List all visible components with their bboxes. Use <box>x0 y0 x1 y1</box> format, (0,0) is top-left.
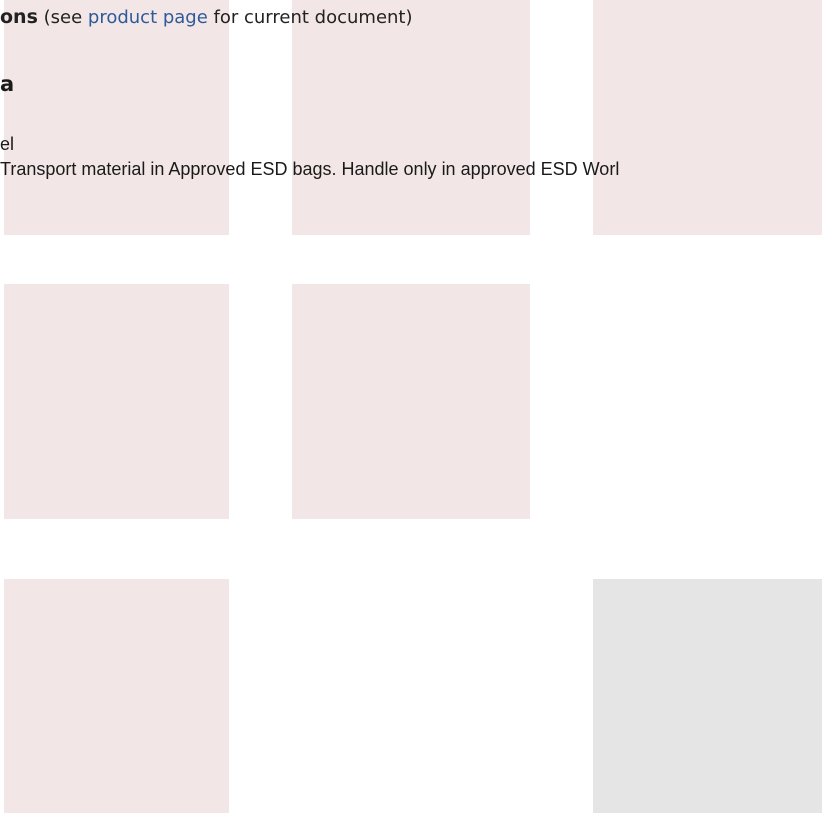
heading-suffix: for current document) <box>207 7 413 28</box>
heading-title-fragment: ons <box>0 6 38 28</box>
background-tile <box>593 0 822 235</box>
background-tile <box>292 284 530 519</box>
section-title: a <box>0 72 15 96</box>
background-tile <box>4 284 229 519</box>
background-tile <box>292 0 530 235</box>
background-tile <box>4 579 229 813</box>
product-page-link[interactable]: product page <box>88 7 208 28</box>
esd-field-value: Transport material in Approved ESD bags.… <box>0 159 620 179</box>
documents-heading: ons (see product page for current docume… <box>0 6 413 28</box>
esd-field-label: el <box>0 134 15 154</box>
background-tile <box>4 0 229 235</box>
background-tile-grey <box>593 579 822 813</box>
heading-prefix: (see <box>37 7 88 28</box>
